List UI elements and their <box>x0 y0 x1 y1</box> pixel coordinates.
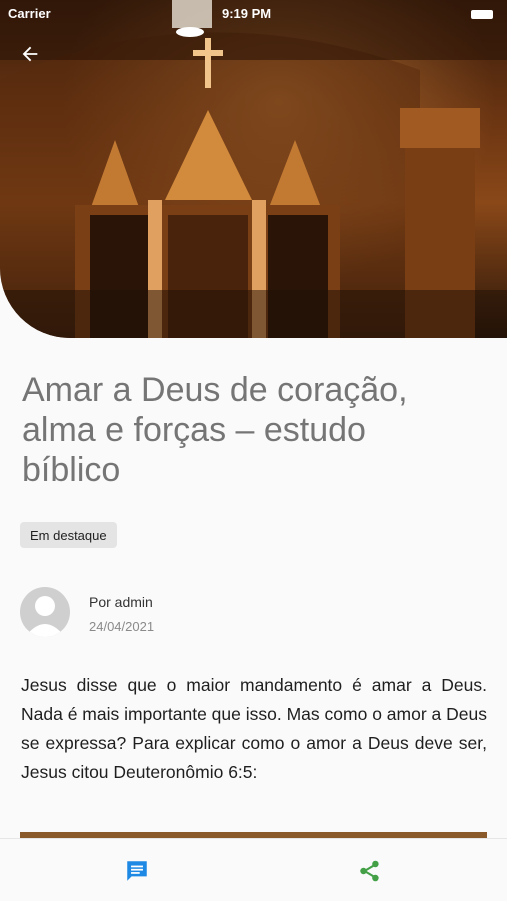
carrier-label: Carrier <box>8 6 51 21</box>
author-name: Por admin <box>89 594 153 610</box>
hero-image: Carrier 9:19 PM <box>0 0 507 338</box>
clock: 9:19 PM <box>222 6 272 21</box>
church-altar-illustration <box>0 0 507 338</box>
share-button[interactable] <box>350 853 390 889</box>
post-date: 24/04/2021 <box>89 619 155 634</box>
back-button[interactable] <box>14 38 46 70</box>
user-placeholder-icon <box>25 596 65 637</box>
arrow-left-icon <box>22 46 38 62</box>
status-bar: Carrier 9:19 PM <box>0 6 507 24</box>
avatar <box>20 587 70 637</box>
featured-badge[interactable]: Em destaque <box>20 522 117 548</box>
post-title: Amar a Deus de coração, alma e forças – … <box>22 371 408 489</box>
comment-button[interactable] <box>117 853 157 889</box>
post-body: Jesus disse que o maior mandamento é ama… <box>21 675 487 782</box>
author-info: Por admin 24/04/2021 <box>20 587 480 641</box>
battery-icon <box>471 10 493 19</box>
share-icon <box>360 860 379 882</box>
comment-icon <box>127 861 147 881</box>
bottom-action-bar <box>0 838 507 901</box>
